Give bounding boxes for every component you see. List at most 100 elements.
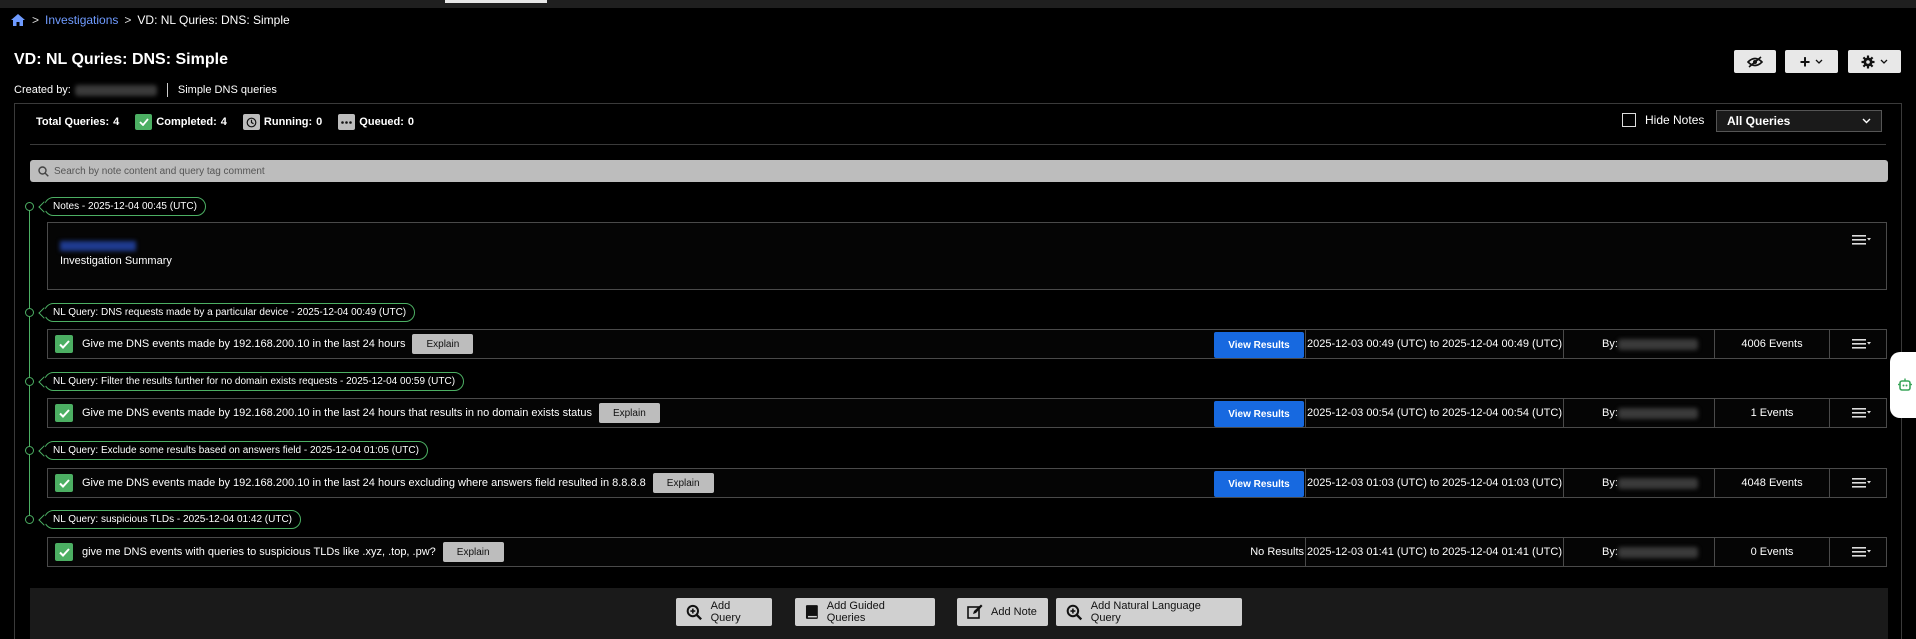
column-divider: [1829, 330, 1830, 358]
investigation-meta: Created by: Simple DNS queries: [14, 83, 277, 97]
meta-divider: [166, 83, 168, 97]
query-text: Give me DNS events made by 192.168.200.1…: [82, 407, 592, 419]
by-label: By:: [1602, 546, 1618, 558]
check-icon: [55, 543, 73, 561]
query-author: By:: [1564, 399, 1714, 427]
query-text: Give me DNS events made by 192.168.200.1…: [82, 338, 406, 350]
query-text: give me DNS events with queries to suspi…: [82, 546, 436, 558]
view-results-button[interactable]: View Results: [1214, 471, 1304, 497]
check-icon: [55, 404, 73, 422]
redacted-username: [1617, 546, 1698, 558]
home-icon[interactable]: [10, 13, 26, 27]
timeline-label: NL Query: DNS requests made by a particu…: [44, 303, 416, 322]
kebab-menu-icon[interactable]: [1852, 545, 1872, 559]
chevron-down-icon: [1880, 59, 1888, 64]
timeline-label: NL Query: Filter the results further for…: [44, 372, 465, 391]
time-range: 2025-12-03 01:03 (UTC) to 2025-12-04 01:…: [1307, 477, 1562, 489]
clock-icon: [242, 114, 260, 130]
settings-menu-button[interactable]: [1848, 50, 1901, 73]
investigation-description: Simple DNS queries: [177, 84, 277, 96]
query-row: give me DNS events with queries to suspi…: [47, 537, 1887, 567]
stat-running: Running: 0: [242, 114, 323, 130]
column-divider: [1829, 399, 1830, 427]
explain-button[interactable]: Explain: [442, 542, 504, 562]
zoom-plus-icon: [686, 604, 702, 620]
stat-queued: Queued: 0: [338, 114, 414, 130]
redacted-note-author: [60, 241, 136, 251]
query-stats: Total Queries: 4 Completed: 4 Running: 0…: [36, 114, 430, 130]
stat-completed-label: Completed:: [156, 116, 217, 128]
hide-toggle-button[interactable]: [1734, 50, 1776, 73]
hide-notes-label: Hide Notes: [1645, 113, 1705, 127]
stat-total-label: Total Queries:: [36, 116, 110, 128]
chevron-down-icon: [1815, 59, 1823, 64]
add-note-button[interactable]: Add Note: [957, 598, 1048, 626]
hide-notes-checkbox[interactable]: [1622, 113, 1636, 127]
add-query-label: Add Query: [710, 600, 741, 624]
kebab-menu-icon[interactable]: [1852, 337, 1872, 351]
redacted-username: [1617, 338, 1698, 350]
check-icon: [55, 474, 73, 492]
divider: [30, 144, 1886, 145]
query-author: By:: [1564, 538, 1714, 566]
query-row: Give me DNS events made by 192.168.200.1…: [47, 468, 1887, 498]
search-bar[interactable]: [30, 160, 1888, 182]
breadcrumb-investigations-link[interactable]: Investigations: [45, 13, 118, 27]
view-results-button[interactable]: View Results: [1214, 332, 1304, 358]
timeline-label: Notes - 2025-12-04 00:45 (UTC): [44, 197, 206, 216]
kebab-menu-icon[interactable]: [1852, 233, 1872, 247]
explain-button[interactable]: Explain: [598, 403, 660, 423]
time-range: 2025-12-03 01:41 (UTC) to 2025-12-04 01:…: [1307, 546, 1562, 558]
add-guided-queries-label: Add Guided Queries: [826, 600, 885, 624]
timeline-dot: [25, 446, 34, 455]
hide-notes-toggle[interactable]: Hide Notes: [1622, 113, 1704, 127]
redacted-username: [74, 84, 157, 96]
stat-completed-value: 4: [220, 116, 227, 128]
event-count: 0 Events: [1750, 546, 1794, 558]
add-natural-language-query-button[interactable]: Add Natural Language Query: [1056, 598, 1242, 626]
event-count: 4048 Events: [1741, 477, 1803, 489]
check-icon: [55, 335, 73, 353]
ellipsis-icon: [338, 114, 356, 130]
time-range: 2025-12-03 00:54 (UTC) to 2025-12-04 00:…: [1307, 407, 1562, 419]
event-count: 4006 Events: [1741, 338, 1803, 350]
stat-queued-value: 0: [407, 116, 415, 128]
zoom-plus-icon: [1066, 604, 1083, 620]
plus-icon: +: [1799, 51, 1811, 72]
timeline-label: NL Query: Exclude some results based on …: [44, 441, 428, 460]
add-note-label: Add Note: [991, 606, 1037, 618]
breadcrumb-separator: >: [32, 13, 40, 27]
search-icon: [38, 165, 49, 177]
search-input[interactable]: [54, 165, 954, 177]
stat-total-value: 4: [113, 116, 120, 128]
breadcrumb-separator: >: [124, 13, 132, 27]
event-count: 1 Events: [1750, 407, 1794, 419]
query-author: By:: [1564, 330, 1714, 358]
assistant-side-tab[interactable]: [1890, 352, 1916, 418]
add-guided-queries-button[interactable]: Add Guided Queries: [795, 598, 935, 626]
explain-button[interactable]: Explain: [412, 334, 474, 354]
add-natural-language-query-label: Add Natural Language Query: [1090, 600, 1201, 624]
stat-running-value: 0: [316, 116, 323, 128]
stat-running-label: Running:: [263, 116, 313, 128]
timeline-dot: [25, 377, 34, 386]
time-range: 2025-12-03 00:49 (UTC) to 2025-12-04 00:…: [1307, 338, 1562, 350]
timeline-dot: [25, 202, 34, 211]
page-title: VD: NL Quries: DNS: Simple: [14, 51, 228, 68]
stat-queued-label: Queued:: [359, 116, 404, 128]
view-results-button[interactable]: View Results: [1214, 401, 1304, 427]
add-query-button[interactable]: Add Query: [676, 598, 772, 626]
redacted-username: [1617, 407, 1698, 419]
kebab-menu-icon[interactable]: [1852, 406, 1872, 420]
add-menu-button[interactable]: +: [1785, 50, 1838, 73]
query-filter-select[interactable]: All Queries: [1716, 110, 1882, 132]
query-row: Give me DNS events made by 192.168.200.1…: [47, 329, 1887, 359]
stat-completed: Completed: 4: [135, 114, 227, 130]
kebab-menu-icon[interactable]: [1852, 476, 1872, 490]
created-by-label: Created by:: [14, 84, 71, 96]
check-icon: [135, 114, 153, 130]
explain-button[interactable]: Explain: [652, 473, 714, 493]
note-text: Investigation Summary: [60, 255, 172, 267]
redacted-username: [1617, 477, 1698, 489]
edit-icon: [967, 604, 983, 619]
